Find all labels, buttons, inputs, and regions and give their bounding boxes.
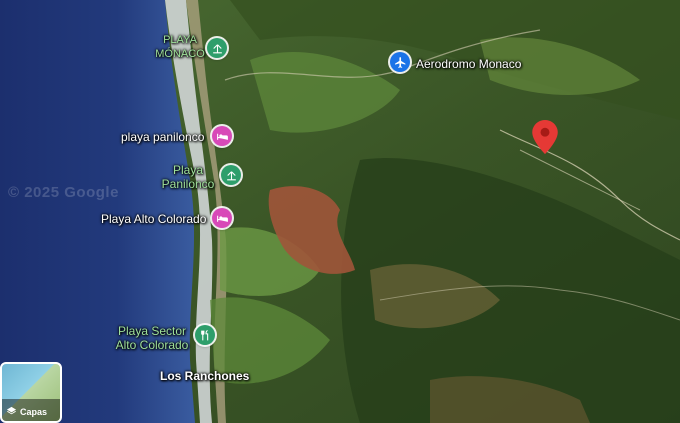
- layers-label: Capas: [20, 406, 48, 417]
- place-label-los-ranchones: Los Ranchones: [160, 369, 250, 383]
- place-label-playa-panilonco-lodging: playa panilonco: [121, 130, 205, 144]
- red-location-pin-icon[interactable]: [532, 120, 558, 154]
- bed-icon[interactable]: [212, 208, 232, 228]
- beach-icon[interactable]: [207, 38, 227, 58]
- bed-icon[interactable]: [212, 126, 232, 146]
- place-label-playa-alto-colorado: Playa Alto Colorado: [101, 212, 207, 226]
- beach-icon[interactable]: [221, 165, 241, 185]
- satellite-map[interactable]: © 2025 Google PLAYA MÓNACO Aerodromo Mon…: [0, 0, 680, 423]
- map-watermark: © 2025 Google: [8, 184, 119, 201]
- layers-button-row: Capas: [6, 406, 47, 417]
- place-label: Playa Panilonco: [161, 163, 215, 191]
- restaurant-icon[interactable]: [195, 325, 215, 345]
- layers-icon: [6, 406, 17, 415]
- airplane-icon[interactable]: [390, 52, 410, 72]
- place-label-aerodromo: Aerodromo Monaco: [416, 57, 522, 71]
- layers-button[interactable]: Capas: [0, 362, 62, 423]
- place-label: Playa Sector Alto Colorado: [115, 324, 189, 352]
- place-label: PLAYA MÓNACO: [155, 34, 205, 60]
